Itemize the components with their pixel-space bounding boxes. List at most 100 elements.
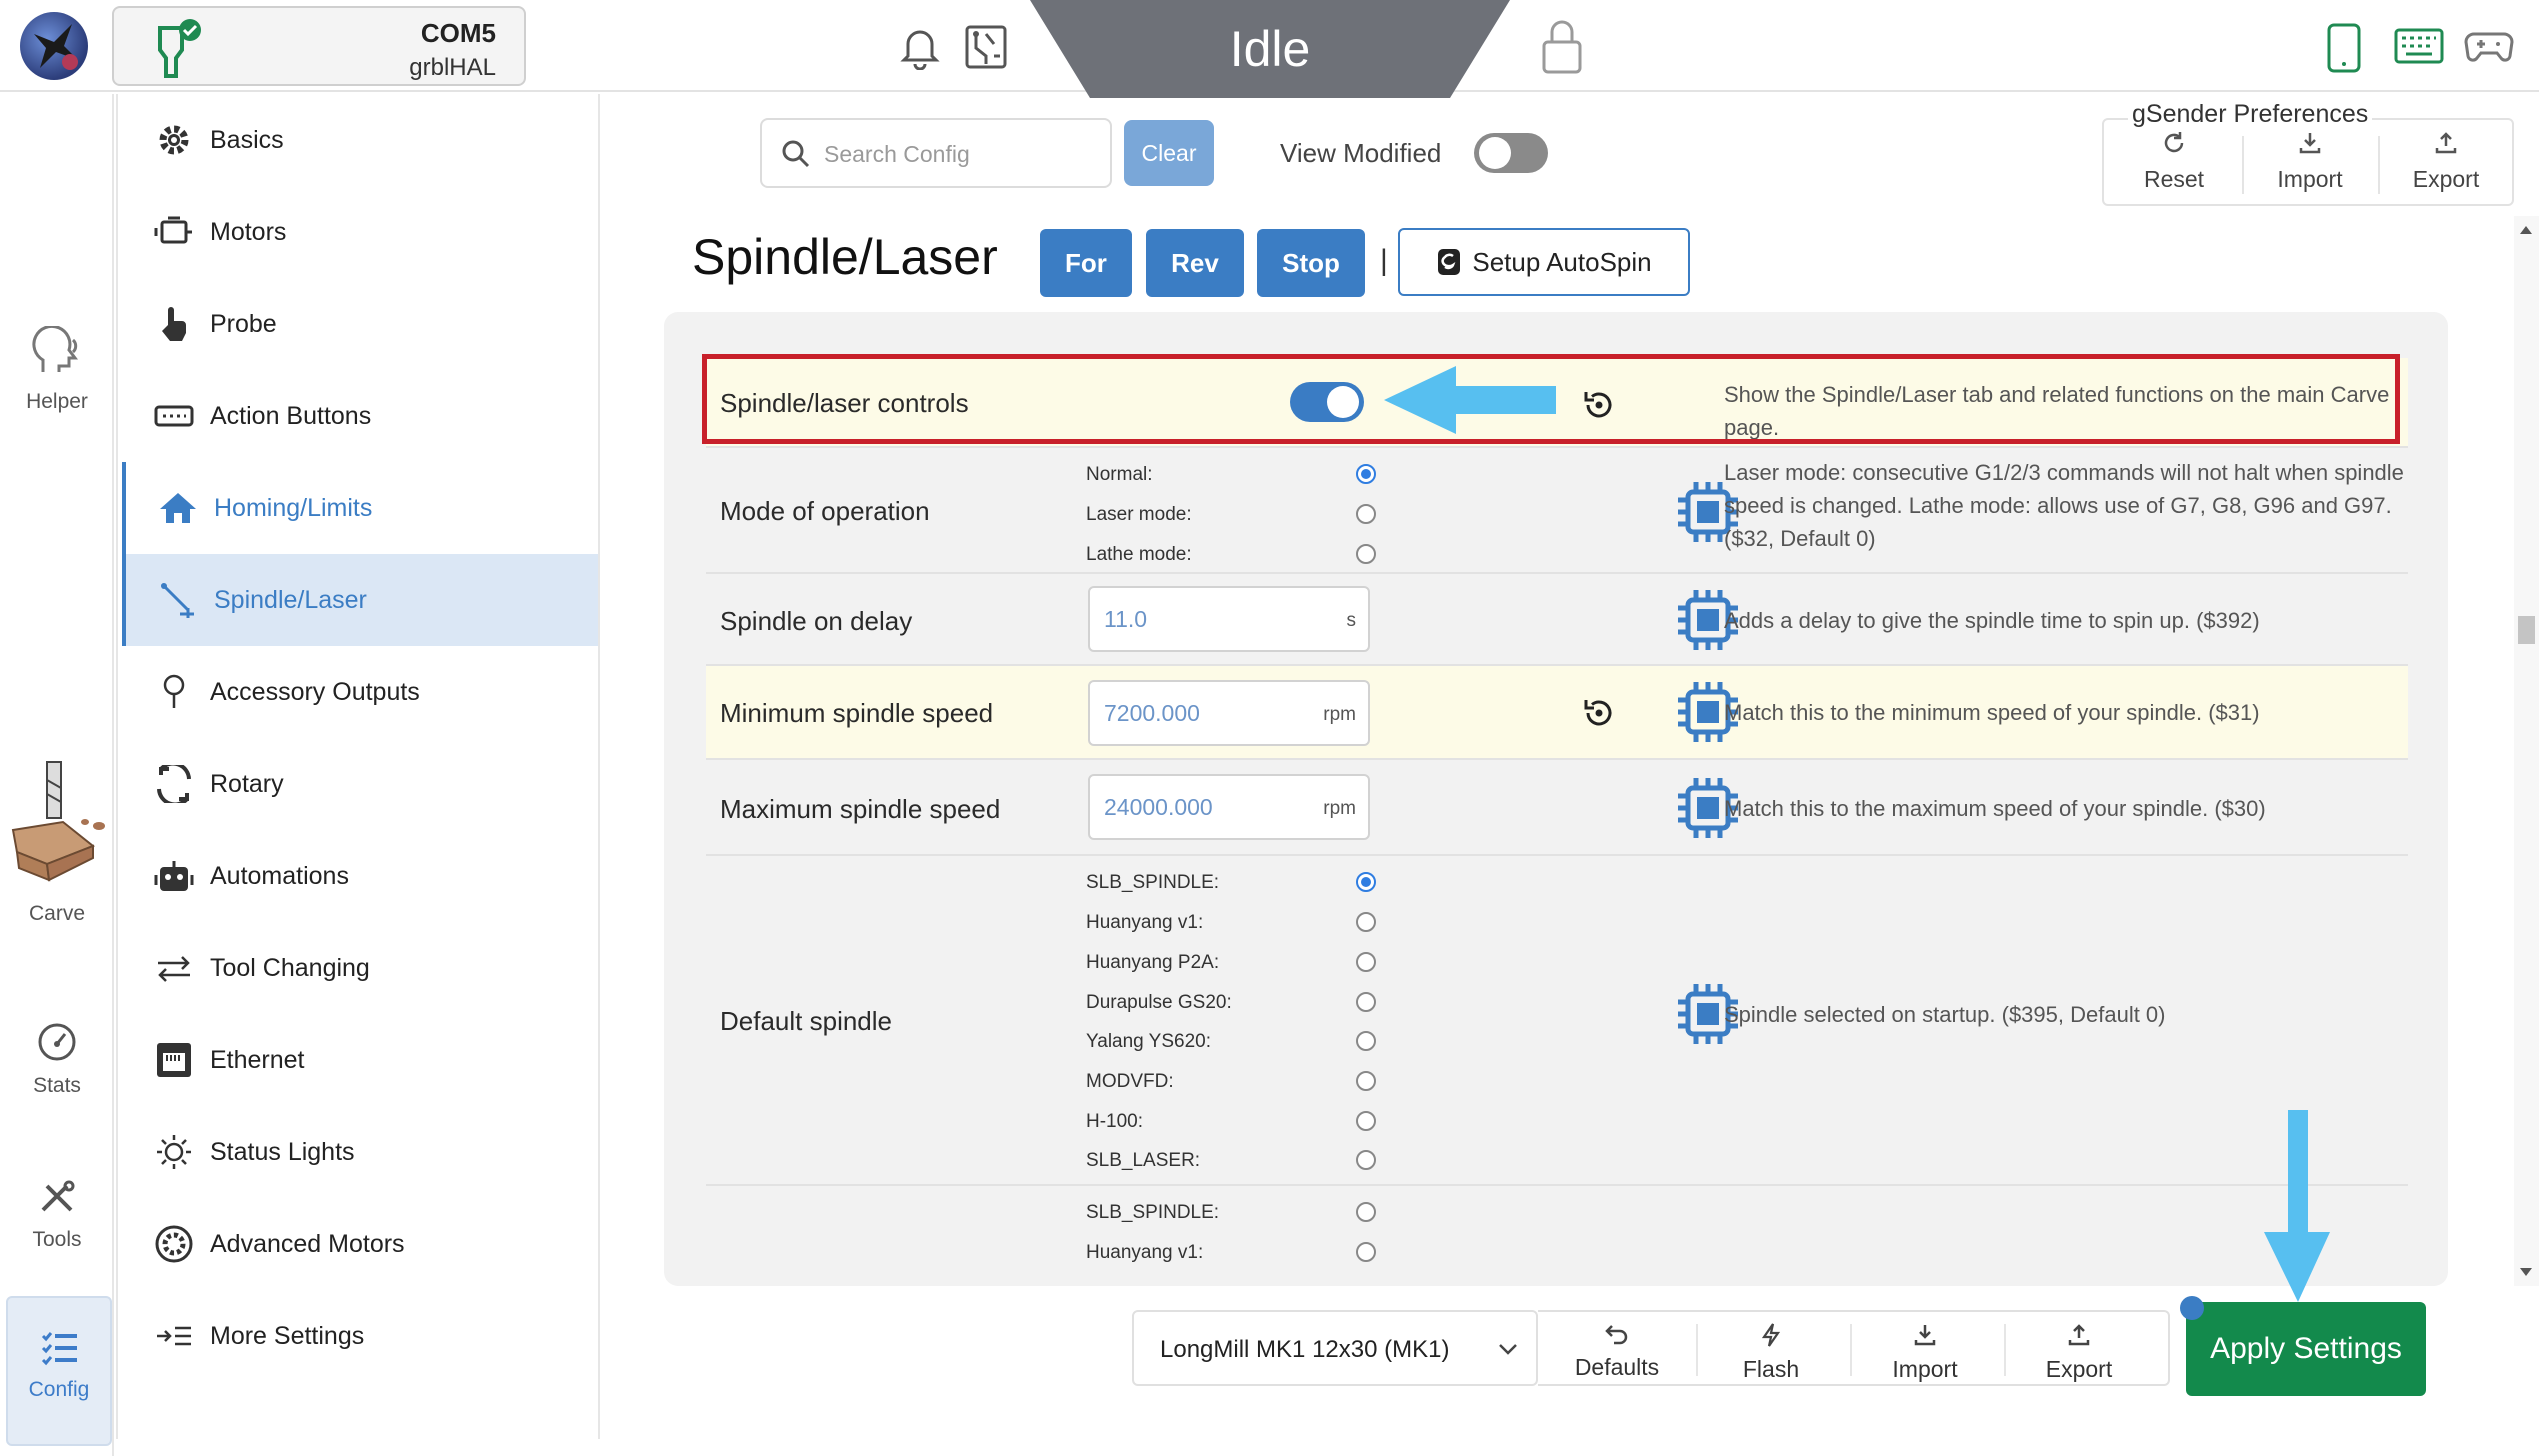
apply-settings-button[interactable]: Apply Settings [2186, 1302, 2426, 1396]
gamepad-icon[interactable] [2464, 30, 2514, 69]
spindle-option-huanyang-p2a[interactable]: Huanyang P2A: [1086, 948, 1376, 978]
nav-probe[interactable]: Probe [122, 278, 598, 370]
hand-pointer-icon [152, 302, 196, 346]
nav-automations-label: Automations [210, 861, 349, 890]
mode-option-laser[interactable]: Laser mode: [1086, 500, 1376, 530]
spindle-option-slb-laser[interactable]: SLB_LASER: [1086, 1146, 1376, 1176]
view-modified-label: View Modified [1280, 138, 1442, 168]
setting-label: Maximum spindle speed [720, 794, 1001, 824]
radio[interactable] [1356, 1150, 1376, 1170]
radio[interactable] [1356, 1111, 1376, 1131]
phone-icon[interactable] [2326, 22, 2362, 79]
pref-export-button[interactable]: Export [2378, 130, 2514, 200]
rail-tools[interactable]: Tools [0, 1180, 114, 1252]
flash-button[interactable]: Flash [1696, 1322, 1846, 1382]
spindle-forward-button[interactable]: For [1040, 229, 1132, 297]
setting-default-spindle: Default spindle SLB_SPINDLE: Huanyang v1… [706, 856, 2408, 1186]
nav-action-buttons-label: Action Buttons [210, 401, 372, 430]
helper-head-icon [32, 324, 78, 372]
config-sidebar: Basics Motors Probe Action Buttons Homin… [116, 94, 600, 1439]
machine-state: Idle [1229, 21, 1311, 77]
rail-carve[interactable]: Carve [0, 760, 114, 926]
spindle-option-h100[interactable]: H-100: [1086, 1107, 1376, 1137]
nav-more-settings[interactable]: More Settings [122, 1290, 598, 1382]
rail-helper[interactable]: Helper [0, 324, 114, 414]
gear-icon [152, 118, 196, 162]
import-button[interactable]: Import [1850, 1322, 2000, 1382]
spindle-stop-button[interactable]: Stop [1257, 229, 1365, 297]
nav-tool-changing[interactable]: Tool Changing [122, 922, 598, 1014]
reset-default-icon[interactable] [1580, 694, 1618, 737]
nav-action-buttons[interactable]: Action Buttons [122, 370, 598, 462]
mode-option-normal[interactable]: Normal: [1086, 460, 1376, 490]
nav-homing-limits-label: Homing/Limits [214, 493, 373, 522]
tool-path-icon[interactable] [964, 24, 1008, 75]
radio[interactable] [1356, 992, 1376, 1012]
nav-rotary[interactable]: Rotary [122, 738, 598, 830]
view-modified-toggle[interactable] [1474, 133, 1548, 173]
radio-selected[interactable] [1356, 872, 1376, 892]
spindle-option-durapulse[interactable]: Durapulse GS20: [1086, 988, 1376, 1018]
rail-config[interactable]: Config [6, 1296, 112, 1446]
content-scrollbar[interactable] [2514, 216, 2539, 1286]
radio[interactable] [1356, 1202, 1376, 1222]
radio[interactable] [1356, 1071, 1376, 1091]
rail-config-label: Config [28, 1378, 90, 1401]
spindle-option-huanyang-v1[interactable]: Huanyang v1: [1086, 908, 1376, 938]
nav-ethernet[interactable]: Ethernet [122, 1014, 598, 1106]
radio[interactable] [1356, 912, 1376, 932]
spindle-option-yalang[interactable]: Yalang YS620: [1086, 1027, 1376, 1057]
download-icon [1914, 1325, 1936, 1346]
radio[interactable] [1356, 1242, 1376, 1262]
max-spindle-speed-input[interactable]: 24000.000 rpm [1088, 774, 1370, 840]
nav-basics-label: Basics [210, 125, 284, 154]
spindle-reverse-button[interactable]: Rev [1146, 229, 1244, 297]
keyboard-icon[interactable] [2394, 28, 2444, 69]
radio[interactable] [1356, 1031, 1376, 1051]
nav-tool-changing-label: Tool Changing [210, 953, 370, 982]
clear-button[interactable]: Clear [1124, 120, 1214, 186]
ethernet-icon [152, 1038, 196, 1082]
machine-profile-select[interactable]: LongMill MK1 12x30 (MK1) [1132, 1310, 1538, 1386]
nav-basics[interactable]: Basics [122, 94, 598, 186]
rail-stats[interactable]: Stats [0, 1022, 114, 1098]
spindle-delay-input[interactable]: 11.0 s [1088, 586, 1370, 652]
motor-icon [152, 210, 196, 254]
config-list-icon [41, 1332, 77, 1366]
undo-icon [1605, 1325, 1628, 1345]
search-input[interactable] [824, 134, 1094, 174]
pref-import-button[interactable]: Import [2242, 130, 2378, 200]
nav-status-lights[interactable]: Status Lights [122, 1106, 598, 1198]
export-button[interactable]: Export [2004, 1322, 2154, 1382]
lock-icon[interactable] [1540, 18, 1584, 81]
mode-option-lathe[interactable]: Lathe mode: [1086, 540, 1376, 570]
nav-motors[interactable]: Motors [122, 186, 598, 278]
nav-status-lights-label: Status Lights [210, 1137, 355, 1166]
nav-automations[interactable]: Automations [122, 830, 598, 922]
spindle-option-slb-spindle[interactable]: SLB_SPINDLE: [1086, 868, 1376, 898]
radio[interactable] [1356, 952, 1376, 972]
download-icon [2299, 133, 2321, 154]
scrollbar-thumb[interactable] [2518, 616, 2535, 644]
nav-advanced-motors[interactable]: Advanced Motors [122, 1198, 598, 1290]
rail-carve-label: Carve [28, 902, 86, 925]
next-option-slb-spindle[interactable]: SLB_SPINDLE: [1086, 1198, 1376, 1228]
bell-icon[interactable] [900, 24, 940, 75]
radio[interactable] [1356, 504, 1376, 524]
defaults-button[interactable]: Defaults [1542, 1322, 1692, 1382]
connection-selector[interactable]: COM5 grblHAL [112, 6, 526, 86]
next-option-huanyang-v1[interactable]: Huanyang v1: [1086, 1238, 1376, 1268]
nav-accessory-outputs[interactable]: Accessory Outputs [122, 646, 598, 738]
setup-autospin-button[interactable]: Setup AutoSpin [1398, 228, 1690, 296]
setting-label: Spindle on delay [720, 606, 913, 636]
radio-selected[interactable] [1356, 464, 1376, 484]
min-spindle-speed-input[interactable]: 7200.000 rpm [1088, 680, 1370, 746]
radio[interactable] [1356, 544, 1376, 564]
pref-reset-button[interactable]: Reset [2106, 130, 2242, 200]
nav-spindle-laser[interactable]: Spindle/Laser [122, 554, 598, 646]
nav-homing-limits[interactable]: Homing/Limits [122, 462, 598, 554]
rail-helper-label: Helper [26, 390, 88, 413]
spindle-option-modvfd[interactable]: MODVFD: [1086, 1067, 1376, 1097]
search-config[interactable] [760, 118, 1112, 188]
annotation-arrow-left [1384, 366, 1556, 434]
